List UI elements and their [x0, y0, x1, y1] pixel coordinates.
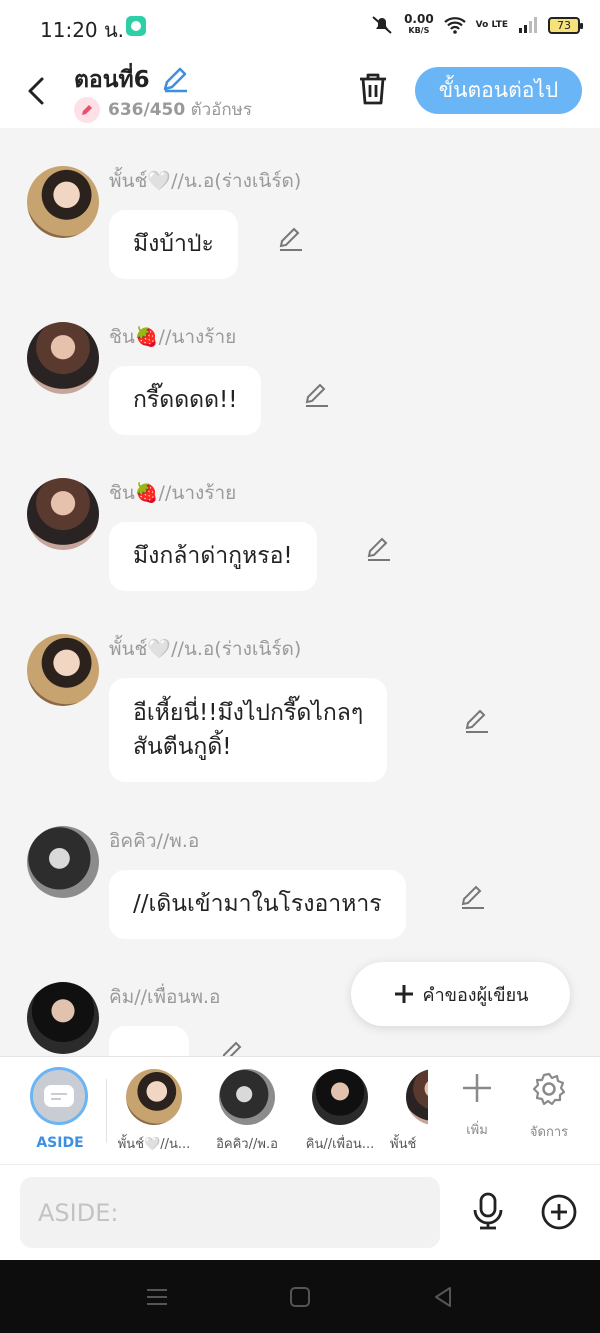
character-avatar	[126, 1069, 182, 1125]
pen-icon	[74, 96, 100, 123]
episode-title: ตอนที่6	[74, 67, 150, 93]
system-nav-bar	[0, 1260, 600, 1333]
message-bubble[interactable]: //เดินเข้ามาในโรงอาหาร	[109, 870, 406, 939]
status-bar: 11:20 น. 0.00 KB/S Vo LTE 73	[0, 0, 600, 54]
mute-bell-icon	[372, 16, 392, 34]
wifi-icon	[443, 17, 466, 34]
sender-name: ชิน🍓//นางร้าย	[109, 482, 237, 504]
signal-icon	[519, 17, 537, 33]
status-indicators: 0.00 KB/S Vo LTE 73	[370, 12, 583, 36]
message-input[interactable]	[20, 1177, 440, 1248]
char-count-row: 636/450 ตัวอักษร	[74, 96, 252, 123]
character-item[interactable]: พั้นช์🤍//น...	[113, 1069, 195, 1154]
battery-icon: 73	[548, 16, 583, 34]
character-avatar	[312, 1069, 368, 1125]
back-arrow-icon[interactable]	[22, 74, 52, 108]
author-note-label: คำของผู้เขียน	[422, 984, 529, 1005]
message-line: อีเหี้ยนี่!!มึงไปกรี๊ดไกลๆ	[133, 700, 364, 726]
message-line: สันตีนกูดิ้!	[133, 734, 232, 760]
character-label: พั้นช์	[390, 1137, 417, 1152]
avatar[interactable]	[27, 826, 99, 898]
edit-title-icon[interactable]	[160, 64, 190, 94]
status-time: 11:20 น.	[40, 18, 125, 42]
aside-label: ASIDE	[36, 1135, 84, 1151]
edit-message-icon[interactable]	[302, 380, 332, 410]
avatar[interactable]	[27, 322, 99, 394]
char-count: 636/450 ตัวอักษร	[108, 100, 253, 120]
plus-icon	[394, 985, 413, 1003]
character-label: คิน//เพื่อน...	[305, 1137, 375, 1152]
app-notification-icon	[126, 16, 146, 36]
avatar[interactable]	[27, 982, 99, 1054]
add-media-icon[interactable]	[540, 1193, 578, 1231]
character-bar: ASIDE พั้นช์🤍//น... อิคคิว//พ.อ คิน//เพื…	[0, 1056, 600, 1164]
edit-message-icon[interactable]	[364, 534, 394, 564]
message-bubble[interactable]: มึงบ้าป่ะ	[109, 210, 238, 279]
next-step-button[interactable]: ขั้นตอนต่อไป	[415, 67, 582, 114]
sender-name: ชิน🍓//นางร้าย	[109, 326, 237, 348]
plus-icon	[463, 1074, 491, 1102]
character-avatar	[219, 1069, 275, 1125]
character-label: อิคคิว//พ.อ	[216, 1137, 278, 1152]
edit-message-icon[interactable]	[218, 1038, 248, 1056]
add-character-button[interactable]: เพิ่ม	[446, 1071, 508, 1140]
sender-name: อิคคิว//พ.อ	[109, 830, 200, 852]
sender-name: พั้นช์🤍//น.อ(ร่างเนิร์ด)	[109, 170, 302, 192]
character-item[interactable]: คิน//เพื่อน...	[299, 1069, 381, 1154]
trash-icon[interactable]	[356, 70, 390, 108]
sender-name: คิม//เพื่อนพ.อ	[109, 986, 221, 1008]
manage-characters-button[interactable]: จัดการ	[518, 1071, 580, 1142]
gear-icon	[532, 1072, 566, 1106]
message-bubble[interactable]	[109, 1026, 189, 1056]
aside-icon	[30, 1067, 88, 1125]
manage-label: จัดการ	[529, 1125, 569, 1140]
input-bar	[0, 1164, 600, 1260]
edit-message-icon[interactable]	[276, 224, 306, 254]
character-label: พั้นช์🤍//น...	[117, 1137, 191, 1152]
message-bubble[interactable]: กรี๊ดดดด!!	[109, 366, 262, 435]
character-avatar	[406, 1069, 428, 1125]
character-item[interactable]: พั้นช์	[390, 1069, 428, 1154]
avatar[interactable]	[27, 634, 99, 706]
edit-message-icon[interactable]	[458, 882, 488, 912]
edit-message-icon[interactable]	[462, 706, 492, 736]
message-bubble[interactable]: มึงกล้าด่ากูหรอ!	[109, 522, 317, 591]
aside-selector[interactable]: ASIDE	[30, 1067, 90, 1151]
message-bubble[interactable]: อีเหี้ยนี่!!มึงไปกรี๊ดไกลๆ สันตีนกูดิ้!	[109, 678, 388, 782]
editor-header: ตอนที่6 636/450 ตัวอักษร ขั้นตอนต่อไป	[0, 54, 600, 128]
volte-indicator: Vo LTE	[475, 19, 508, 30]
character-item[interactable]: อิคคิว//พ.อ	[206, 1069, 288, 1154]
avatar[interactable]	[27, 478, 99, 550]
microphone-icon[interactable]	[470, 1191, 506, 1231]
avatar[interactable]	[27, 166, 99, 238]
add-label: เพิ่ม	[466, 1123, 488, 1138]
back-nav-icon[interactable]	[430, 1284, 456, 1310]
home-nav-icon[interactable]	[287, 1284, 313, 1310]
sender-name: พั้นช์🤍//น.อ(ร่างเนิร์ด)	[109, 638, 302, 660]
author-note-button[interactable]: คำของผู้เขียน	[351, 962, 570, 1026]
menu-nav-icon[interactable]	[144, 1284, 170, 1310]
chat-area[interactable]: พั้นช์🤍//น.อ(ร่างเนิร์ด) มึงบ้าป่ะ ชิน🍓/…	[0, 128, 600, 1056]
divider	[106, 1079, 107, 1143]
net-speed: 0.00 KB/S	[404, 12, 434, 35]
